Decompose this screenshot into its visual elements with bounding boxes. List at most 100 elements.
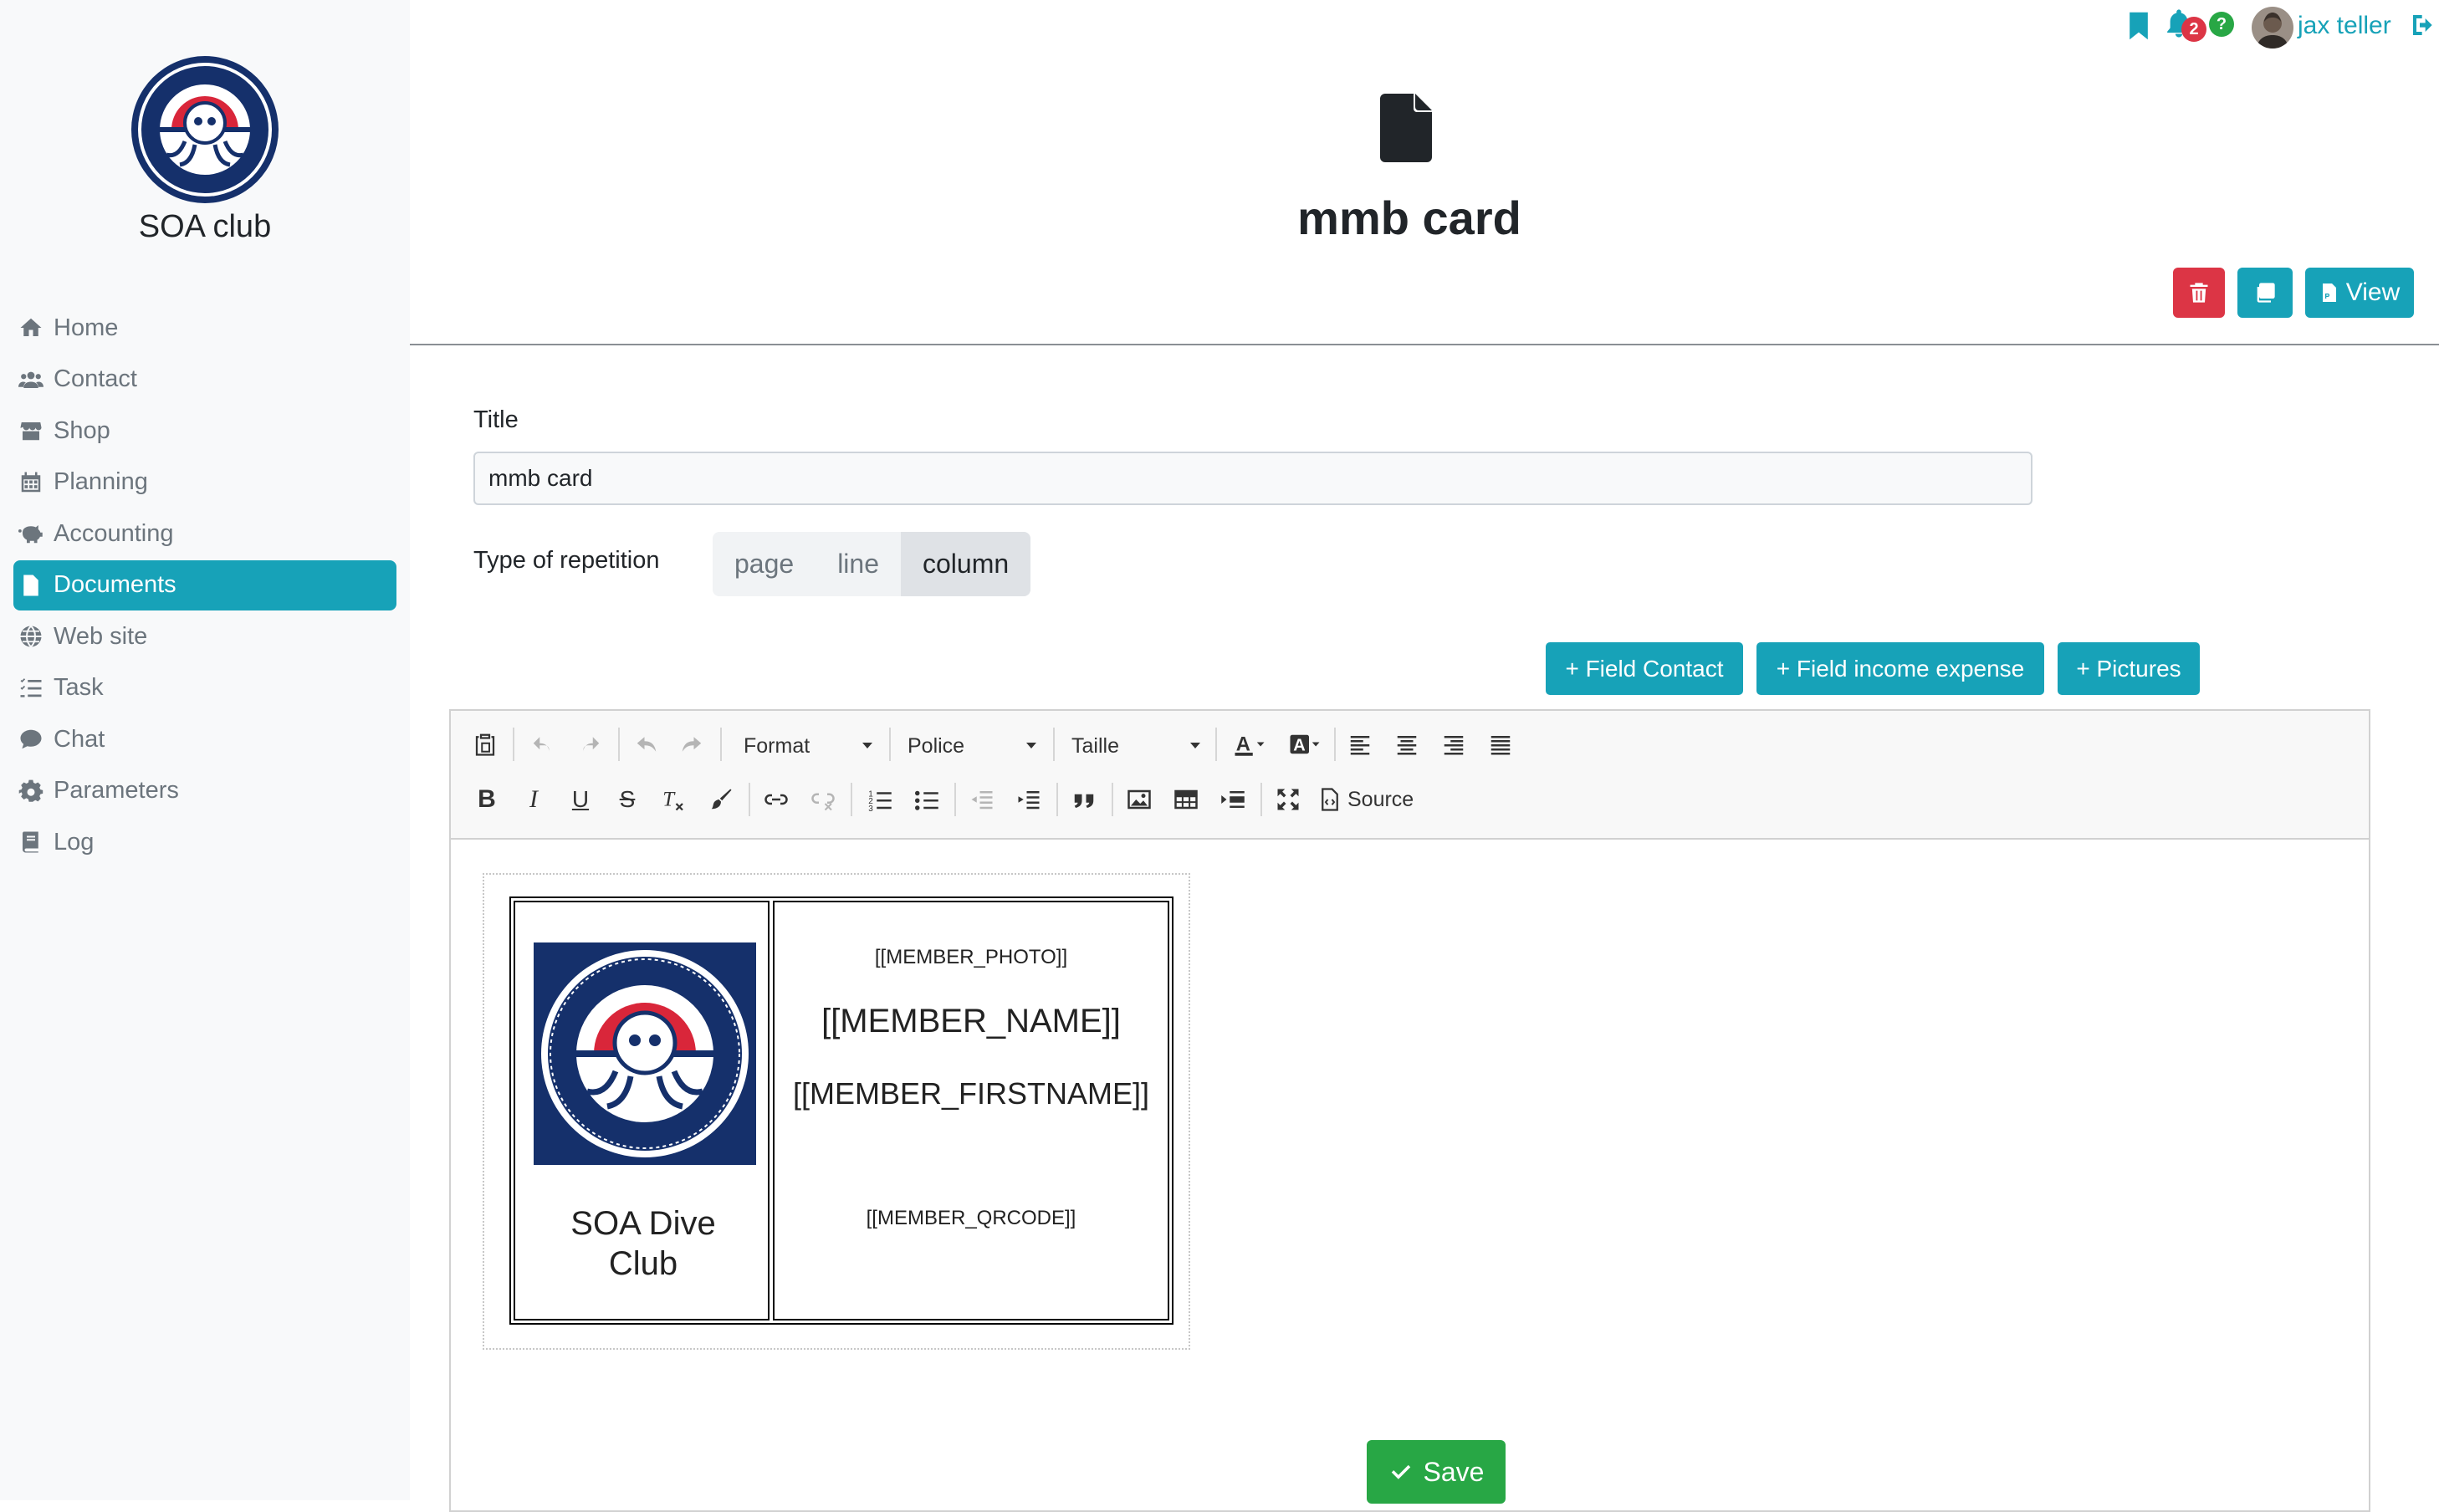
table-icon[interactable] (1170, 783, 1202, 816)
svg-text:3: 3 (868, 805, 873, 812)
sidebar-item-log[interactable]: Log (13, 817, 396, 867)
repetition-selector: page line column (713, 532, 1031, 596)
svg-text:A: A (1293, 737, 1305, 755)
text-color-icon[interactable]: A (1229, 728, 1271, 761)
svg-text:A: A (1236, 733, 1250, 756)
rich-text-editor: Format Police Taille A A B I U S T 1 2 3… (449, 709, 2370, 1512)
calendar-icon (18, 470, 50, 495)
file-pdf-icon (2319, 281, 2339, 304)
numbered-list-icon[interactable]: 123 (864, 783, 896, 816)
align-right-icon[interactable] (1438, 728, 1470, 761)
sidebar-item-chat[interactable]: Chat (13, 714, 396, 764)
image-icon[interactable] (1123, 783, 1155, 816)
page-title: mmb card (1297, 192, 1521, 244)
card-wrapper[interactable]: SOA Dive Club [[MEMBER_PHOTO]] [[MEMBER_… (483, 873, 1190, 1350)
save-button[interactable]: Save (1367, 1440, 1506, 1504)
globe-icon (18, 624, 50, 649)
card-right-cell[interactable]: [[MEMBER_PHOTO]] [[MEMBER_NAME]] [[MEMBE… (773, 901, 1169, 1320)
repetition-option-page[interactable]: page (713, 532, 816, 596)
maximize-icon[interactable] (1272, 783, 1304, 816)
insert-pictures-button[interactable]: + Pictures (2058, 642, 2200, 695)
insert-rows-icon[interactable] (1217, 783, 1249, 816)
redo-icon[interactable] (573, 728, 606, 761)
toolbar-separator (513, 728, 514, 761)
sidebar-item-accounting[interactable]: Accounting (13, 508, 396, 559)
repetition-option-line[interactable]: line (816, 532, 901, 596)
sidebar-item-label: Web site (54, 622, 148, 650)
paste-icon[interactable] (471, 728, 499, 761)
document-icon (1380, 94, 1432, 162)
outdent-icon[interactable] (966, 783, 998, 816)
link-icon[interactable] (760, 783, 792, 816)
copy-icon (2253, 281, 2277, 304)
chevron-down-icon (862, 743, 872, 748)
sidebar-item-label: Documents (54, 571, 176, 598)
user-name[interactable]: jax teller (2298, 12, 2391, 40)
toolbar-separator (1334, 728, 1336, 761)
sidebar-item-planning[interactable]: Planning (13, 457, 396, 508)
paintbrush-icon[interactable] (705, 783, 737, 816)
title-input[interactable] (473, 452, 2033, 505)
sidebar-nav: Home Contact Shop Planning Accounting Do… (13, 303, 396, 869)
sidebar-item-label: Planning (54, 468, 148, 495)
logout-icon[interactable] (2410, 12, 2436, 38)
sidebar-item-label: Log (54, 828, 95, 856)
reply-icon[interactable] (630, 728, 663, 761)
sidebar-item-task[interactable]: Task (13, 663, 396, 713)
club-name: SOA club (138, 209, 272, 244)
book-icon (18, 830, 50, 855)
sidebar-item-parameters[interactable]: Parameters (13, 766, 396, 816)
delete-button[interactable] (2173, 268, 2225, 318)
size-dropdown[interactable]: Taille (1071, 729, 1119, 763)
club-logo[interactable] (130, 54, 280, 205)
strikethrough-icon[interactable]: S (611, 783, 643, 816)
forward-icon[interactable] (675, 728, 708, 761)
insert-field-income-expense-button[interactable]: + Field income expense (1756, 642, 2044, 695)
align-left-icon[interactable] (1344, 728, 1376, 761)
blockquote-icon[interactable] (1068, 783, 1100, 816)
sidebar-item-shop[interactable]: Shop (13, 406, 396, 456)
indent-icon[interactable] (1013, 783, 1045, 816)
help-badge[interactable]: ? (2209, 12, 2234, 37)
bulleted-list-icon[interactable] (911, 783, 943, 816)
source-button[interactable]: Source (1347, 783, 1414, 816)
unlink-icon[interactable] (807, 783, 839, 816)
header-divider (410, 344, 2439, 345)
avatar[interactable] (2252, 7, 2293, 49)
svg-text:T: T (662, 789, 676, 811)
insert-field-contact-button[interactable]: + Field Contact (1546, 642, 1743, 695)
card-table[interactable]: SOA Dive Club [[MEMBER_PHOTO]] [[MEMBER_… (509, 896, 1173, 1325)
sidebar-item-documents[interactable]: Documents (13, 559, 396, 610)
repetition-option-column[interactable]: column (901, 532, 1031, 596)
sidebar-item-web-site[interactable]: Web site (13, 611, 396, 662)
sidebar-item-label: Shop (54, 416, 110, 444)
toolbar-separator (749, 783, 750, 816)
file-icon (18, 573, 50, 598)
background-color-icon[interactable]: A (1284, 728, 1326, 761)
sidebar-item-contact[interactable]: Contact (13, 355, 396, 405)
editor-toolbar: Format Police Taille A A B I U S T 1 2 3… (451, 711, 2369, 840)
users-icon (18, 367, 50, 392)
comment-icon (18, 727, 50, 752)
piggy-bank-icon (18, 521, 50, 546)
toolbar-separator (851, 783, 852, 816)
view-button[interactable]: View (2305, 268, 2414, 318)
sidebar-item-label: Parameters (54, 777, 179, 804)
format-dropdown[interactable]: Format (744, 729, 810, 763)
source-icon[interactable] (1317, 783, 1342, 816)
italic-icon[interactable]: I (518, 783, 550, 816)
font-dropdown[interactable]: Police (908, 729, 964, 763)
member-photo-placeholder: [[MEMBER_PHOTO]] (874, 946, 1068, 968)
remove-format-icon[interactable]: T (658, 783, 690, 816)
align-center-icon[interactable] (1391, 728, 1423, 761)
bold-icon[interactable]: B (471, 783, 503, 816)
card-club-logo[interactable] (534, 942, 756, 1165)
card-left-cell[interactable]: SOA Dive Club (514, 901, 770, 1320)
underline-icon[interactable]: U (565, 783, 596, 816)
duplicate-button[interactable] (2237, 268, 2293, 318)
toolbar-separator (1053, 728, 1055, 761)
undo-icon[interactable] (526, 728, 560, 761)
sidebar-item-home[interactable]: Home (13, 303, 396, 353)
bookmark-icon[interactable] (2128, 12, 2150, 40)
align-justify-icon[interactable] (1485, 728, 1516, 761)
